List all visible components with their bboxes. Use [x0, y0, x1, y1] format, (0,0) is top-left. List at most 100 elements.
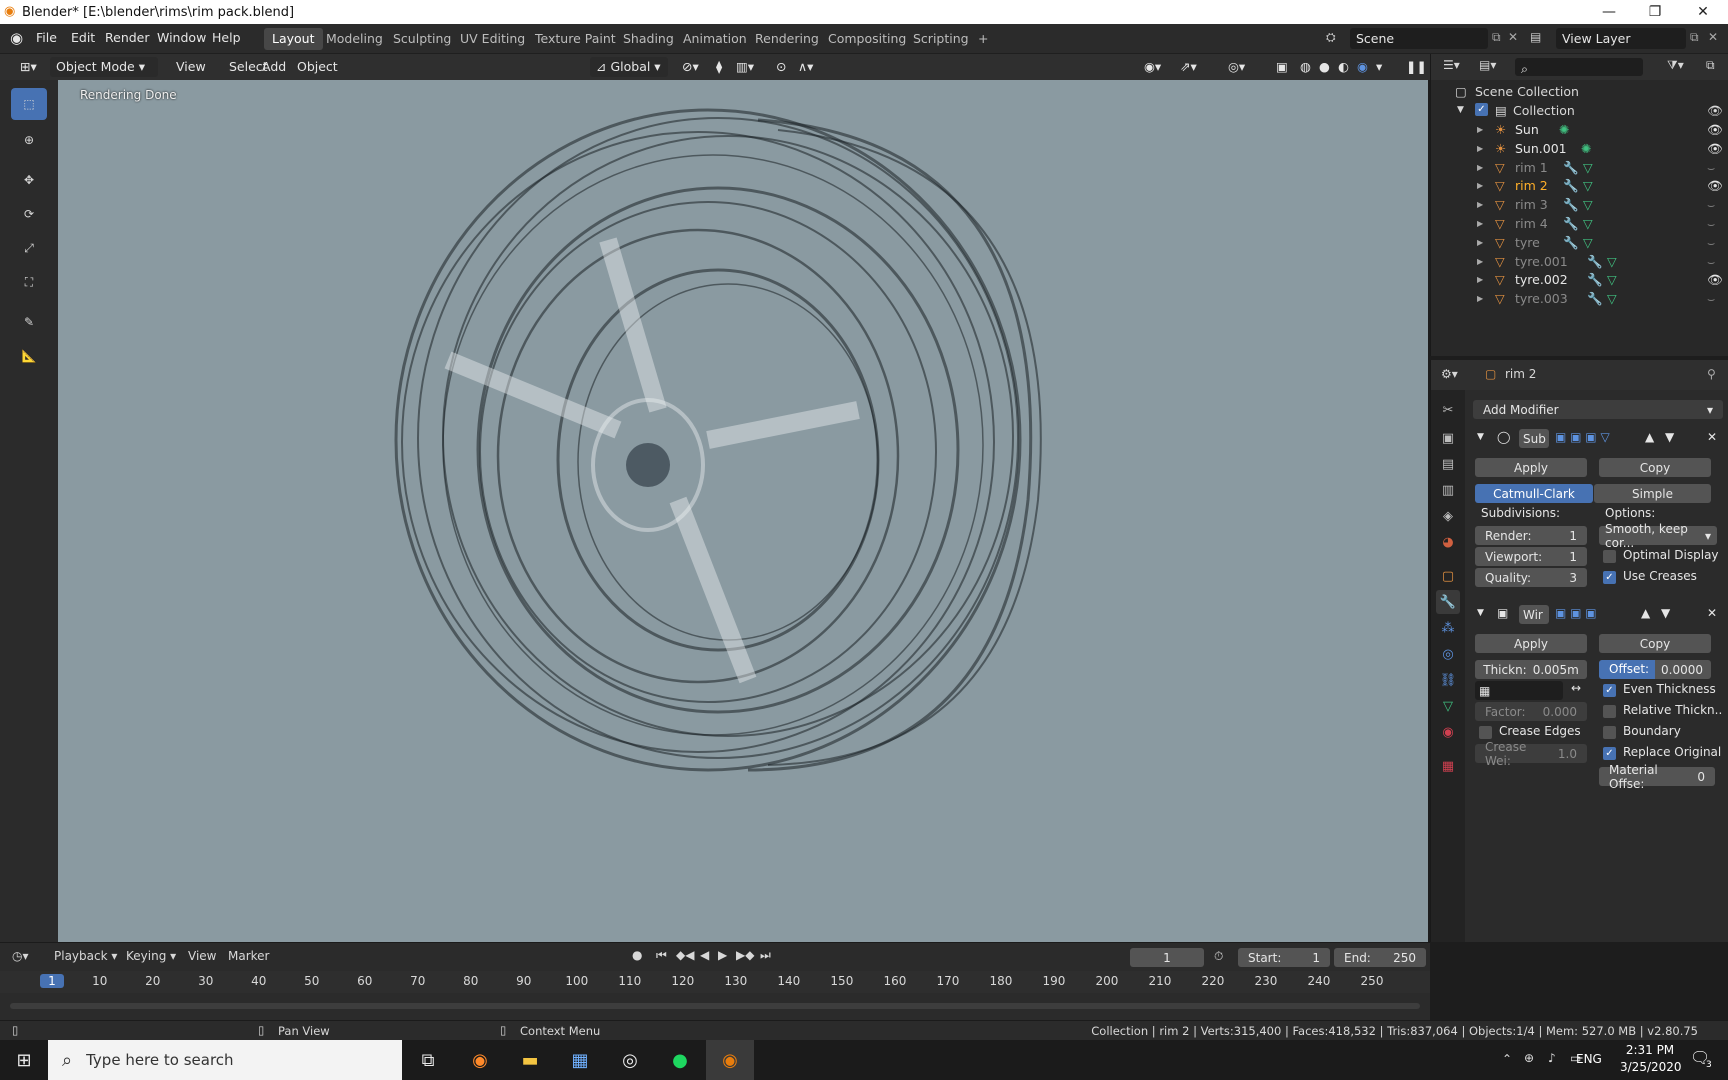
eye-icon[interactable]: 👁 — [1707, 272, 1723, 288]
thickness-field[interactable]: Thickn: 0.005m — [1475, 660, 1587, 679]
tab-layout[interactable]: Layout — [264, 28, 323, 50]
subsurf-remove-icon[interactable]: ✕ — [1707, 430, 1717, 444]
cursor-tool-icon[interactable]: ⊕ — [11, 124, 47, 156]
chevron-right-icon[interactable]: ▶ — [1477, 238, 1483, 247]
eye-hidden-icon[interactable]: ⌣ — [1707, 235, 1715, 251]
outliner-item[interactable]: ▶ ▽ tyre.003 🔧 ▽ ⌣ — [1431, 289, 1728, 309]
prev-keyframe-icon[interactable]: ◆◀ — [676, 948, 694, 962]
viewport-levels-field[interactable]: Viewport: 1 — [1475, 547, 1587, 566]
boundary-checkbox[interactable] — [1603, 726, 1616, 739]
blender-menu-icon[interactable]: ◉ — [10, 29, 23, 47]
clock-time[interactable]: 2:31 PM — [1620, 1043, 1680, 1057]
menu-timeline-view[interactable]: View — [188, 949, 216, 963]
subsurf-move-up-icon[interactable]: ▲ — [1645, 430, 1654, 444]
start-frame-field[interactable]: Start: 1 — [1238, 948, 1330, 967]
chevron-right-icon[interactable]: ▶ — [1477, 125, 1483, 134]
scene-icon[interactable]: ⛭ — [1326, 30, 1336, 45]
scale-tool-icon[interactable]: ⤢ — [11, 232, 47, 264]
close-button[interactable]: ✕ — [1680, 0, 1726, 24]
measure-tool-icon[interactable]: 📐 — [11, 340, 47, 372]
view-layer-field[interactable]: View Layer — [1556, 28, 1686, 49]
tab-scripting[interactable]: Scripting — [905, 28, 977, 50]
crease-edges-checkbox[interactable] — [1479, 726, 1492, 739]
menu-object[interactable]: Object — [291, 57, 344, 77]
new-collection-icon[interactable]: ⧉ — [1706, 58, 1715, 73]
shading-options-icon[interactable]: ▾ — [1370, 57, 1388, 77]
data-tab-icon[interactable]: ▽ — [1436, 694, 1460, 718]
timeline-editor-icon[interactable]: ◷▾ — [12, 949, 29, 963]
tool-tab-icon[interactable]: ✂ — [1436, 398, 1460, 422]
menu-window[interactable]: Window — [157, 30, 206, 45]
chevron-right-icon[interactable]: ▶ — [1477, 275, 1483, 284]
subsurf-copy-button[interactable]: Copy — [1599, 458, 1711, 477]
wireframe-collapse-icon[interactable]: ▼ — [1477, 608, 1484, 618]
vertex-group-field[interactable]: ▦ — [1475, 681, 1563, 700]
eye-hidden-icon[interactable]: ⌣ — [1707, 197, 1715, 213]
subsurf-name-field[interactable]: Sub — [1519, 429, 1549, 448]
crease-weight-field[interactable]: Crease Wei: 1.0 — [1475, 740, 1587, 768]
play-icon[interactable]: ▶ — [718, 948, 727, 962]
use-creases-checkbox[interactable]: ✓ — [1603, 571, 1616, 584]
jump-end-icon[interactable]: ⏭ — [760, 948, 771, 963]
menu-marker[interactable]: Marker — [228, 949, 269, 963]
menu-help[interactable]: Help — [212, 30, 241, 45]
next-keyframe-icon[interactable]: ▶◆ — [736, 948, 754, 962]
tray-chevron-icon[interactable]: ⌃ — [1502, 1052, 1512, 1066]
outliner-editor-icon[interactable]: ☰▾ — [1443, 58, 1460, 72]
filter-icon[interactable]: ⧩▾ — [1667, 58, 1684, 73]
jump-start-icon[interactable]: ⏮ — [656, 948, 667, 963]
wireframe-name-field[interactable]: Wir — [1519, 605, 1549, 624]
tab-modeling[interactable]: Modeling — [318, 28, 391, 50]
wireframe-move-up-icon[interactable]: ▲ — [1641, 606, 1650, 620]
spotify-icon[interactable]: ● — [656, 1040, 704, 1080]
timeline-scrollbar[interactable] — [10, 1003, 1420, 1009]
chevron-right-icon[interactable]: ▶ — [1477, 163, 1483, 172]
editor-type-icon[interactable]: ⊞▾ — [14, 57, 43, 77]
outliner-item[interactable]: ▶ ▽ tyre.002 🔧 ▽ 👁 — [1431, 270, 1728, 290]
output-tab-icon[interactable]: ▤ — [1436, 452, 1460, 476]
outliner-search-input[interactable]: ⌕ — [1515, 58, 1643, 76]
menu-edit[interactable]: Edit — [71, 30, 95, 45]
material-offset-field[interactable]: Material Offse: 0 — [1599, 763, 1715, 791]
subsurf-toggle-icons[interactable]: ▣ ▣ ▣ ▽ — [1555, 430, 1610, 444]
optimal-display-checkbox[interactable] — [1603, 550, 1616, 563]
chevron-right-icon[interactable]: ▶ — [1477, 181, 1483, 190]
current-frame-field[interactable]: 1 — [1130, 948, 1204, 967]
eye-hidden-icon[interactable]: ⌣ — [1707, 291, 1715, 307]
scene-tab-icon[interactable]: ◈ — [1436, 504, 1460, 528]
physics-tab-icon[interactable]: ◎ — [1436, 642, 1460, 666]
outliner-item[interactable]: ▶ ▽ rim 3 🔧 ▽ ⌣ — [1431, 195, 1728, 215]
subsurf-collapse-icon[interactable]: ▼ — [1477, 432, 1484, 442]
clock-date[interactable]: 3/25/2020 — [1620, 1060, 1682, 1074]
even-thickness-checkbox[interactable]: ✓ — [1603, 684, 1616, 697]
scene-field[interactable]: Scene — [1350, 28, 1488, 49]
snap-icon[interactable]: ⧫ — [710, 57, 728, 77]
material-tab-icon[interactable]: ◉ — [1436, 720, 1460, 744]
annotate-tool-icon[interactable]: ✎ — [11, 306, 47, 338]
proportional-edit-icon[interactable]: ⊙ — [770, 57, 792, 77]
menu-add[interactable]: Add — [256, 57, 292, 77]
quality-field[interactable]: Quality: 3 — [1475, 568, 1587, 587]
taskbar-search-input[interactable]: ⌕ Type here to search — [48, 1040, 402, 1080]
catmull-clark-button[interactable]: Catmull-Clark — [1475, 484, 1593, 503]
chevron-right-icon[interactable]: ▶ — [1477, 219, 1483, 228]
gizmo-icon[interactable]: ⇗▾ — [1174, 57, 1203, 77]
outliner-item[interactable]: ▶ ▽ rim 2 🔧 ▽ 👁 — [1431, 176, 1728, 196]
record-icon[interactable]: ● — [632, 948, 642, 962]
remove-view-layer-icon[interactable]: ✕ — [1708, 30, 1718, 44]
menu-keying[interactable]: Keying ▾ — [126, 949, 176, 963]
frame-ruler[interactable]: 1 10 20 30 40 50 60 70 80 90 100 110 120 130 140 150 160… — [0, 971, 1430, 993]
transform-tool-icon[interactable]: ⛶ — [11, 266, 47, 298]
tab-uv-editing[interactable]: UV Editing — [452, 28, 533, 50]
wireframe-toggle-icons[interactable]: ▣ ▣ ▣ — [1555, 606, 1597, 620]
relative-thickness-checkbox[interactable] — [1603, 705, 1616, 718]
outliner-item[interactable]: ▶ ▽ tyre 🔧 ▽ ⌣ — [1431, 233, 1728, 253]
add-modifier-dropdown[interactable]: Add Modifier ▾ — [1473, 400, 1723, 419]
chevron-down-icon[interactable]: ▼ — [1457, 105, 1464, 115]
pivot-icon[interactable]: ⊘▾ — [676, 57, 705, 77]
orientation-dropdown[interactable]: ⊿ Global ▾ — [590, 57, 668, 77]
overlay-icon[interactable]: ◎▾ — [1222, 57, 1251, 77]
outliner-item[interactable]: ▶ ☀ Sun ✺ 👁 — [1431, 120, 1728, 140]
properties-editor-icon[interactable]: ⚙▾ — [1441, 367, 1458, 381]
render-tab-icon[interactable]: ▣ — [1436, 426, 1460, 450]
